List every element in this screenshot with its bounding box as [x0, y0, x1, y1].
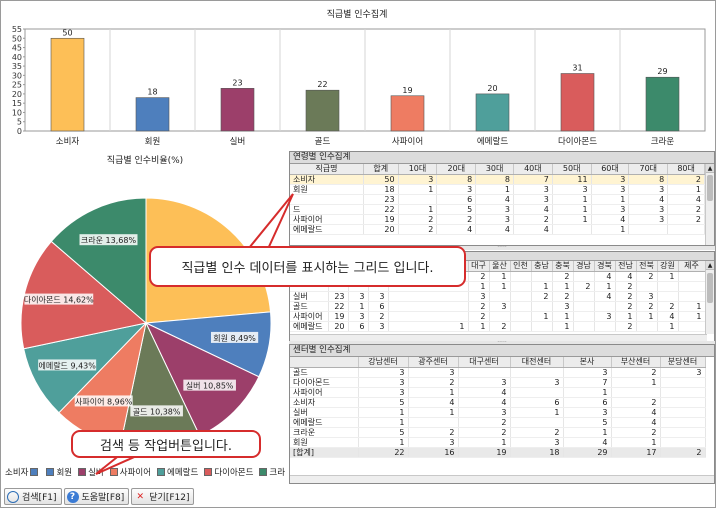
toolbar-callout-text: 검색 등 작업버튼입니다.	[100, 438, 232, 454]
close-button-label: 닫기[F12]	[149, 493, 190, 503]
search-icon	[7, 490, 19, 503]
help-button[interactable]: ? 도움말[F8]	[63, 488, 130, 505]
help-button-label: 도움말[F8]	[81, 493, 125, 503]
main-window: 직급별 인수집계 0 5 10 15 20 25 30 35 40 45 50 55 50 소비자 18 회원 2…	[0, 0, 716, 508]
close-icon: ✕	[136, 491, 145, 502]
grid-callout-text: 직급별 인수 데이터를 표시하는 그리드 입니다.	[181, 261, 434, 276]
grid-callout: 직급별 인수 데이터를 표시하는 그리드 입니다.	[149, 246, 466, 287]
close-button[interactable]: ✕ 닫기[F12]	[131, 488, 195, 505]
search-button-label: 검색[F1]	[22, 493, 57, 503]
search-button[interactable]: 검색[F1]	[4, 488, 62, 505]
toolbar-callout: 검색 등 작업버튼입니다.	[71, 430, 261, 458]
callout-pointer-1	[247, 193, 294, 253]
help-icon: ?	[66, 490, 79, 503]
action-toolbar: 검색[F1] ? 도움말[F8] ✕ 닫기[F12]	[4, 488, 195, 506]
